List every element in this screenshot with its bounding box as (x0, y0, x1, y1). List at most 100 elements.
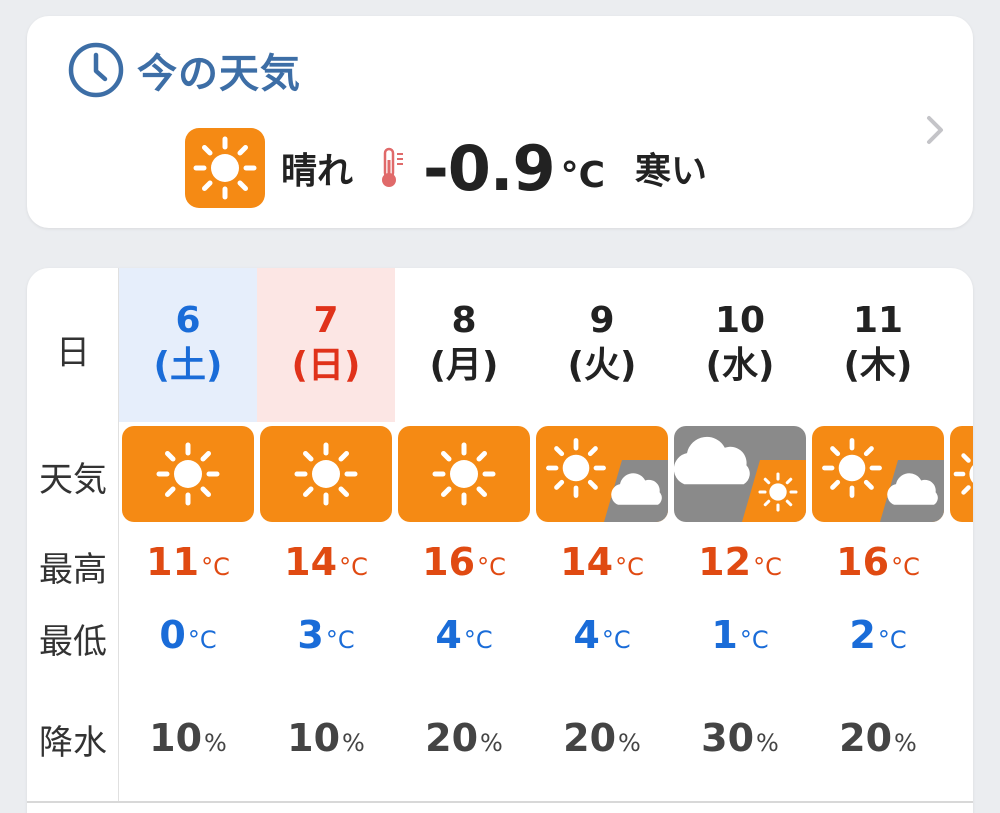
temp-unit: °C (601, 626, 631, 654)
current-temperature: -0.9 (423, 131, 556, 205)
high-temp-value: 16 (422, 540, 476, 584)
day-number: 10 (714, 300, 766, 341)
low-temp-value: 4 (573, 613, 600, 657)
row-label-low: 最低 (39, 622, 107, 662)
low-temperature: 1°C (671, 613, 809, 657)
high-temperature: 16°C (809, 540, 947, 584)
high-temperature: 14°C (257, 540, 395, 584)
precip-value: 10 (149, 716, 203, 760)
day-number: 7 (313, 300, 339, 341)
sunny-then-cloudy-icon (812, 426, 944, 522)
precip-value: 10 (287, 716, 341, 760)
precip-value: 30 (701, 716, 755, 760)
low-temperature: 4°C (533, 613, 671, 657)
forecast-day-column[interactable]: 8 (月) 16°C 4°C 20% (395, 268, 533, 801)
forecast-date: 7 (日) (257, 268, 395, 422)
forecast-date: 10 (水) (671, 268, 809, 422)
day-number: 9 (589, 300, 615, 341)
precipitation-chance: 20% (533, 716, 671, 760)
row-label-weather: 天気 (39, 460, 107, 500)
high-temp-value: 11 (146, 540, 200, 584)
temperature-unit: °C (560, 154, 606, 196)
day-number: 6 (175, 300, 201, 341)
high-temperature: 14°C (533, 540, 671, 584)
high-temperature: 12°C (671, 540, 809, 584)
low-temp-value: 1 (711, 613, 738, 657)
temp-unit: °C (187, 626, 217, 654)
temp-unit: °C (891, 553, 920, 581)
row-label-date: 日 (56, 333, 90, 373)
current-weather-summary: 晴れ -0.9 °C 寒い (185, 128, 707, 208)
high-temp-value: 14 (560, 540, 614, 584)
high-temp-value: 12 (698, 540, 752, 584)
precip-unit: % (756, 729, 779, 757)
sunny-then-cloudy-icon (536, 426, 668, 522)
temp-unit: °C (615, 553, 644, 581)
forecast-day-column[interactable]: 10 (水) 12°C 1°C 30% (671, 268, 809, 801)
precip-value: 20 (425, 716, 479, 760)
weekday: (水) (705, 345, 775, 386)
sunny-icon (950, 426, 973, 522)
weekly-forecast-card: 日 天気 最高 最低 降水 6 (土) 11°C 0°C 10% 7 (日) 1… (27, 268, 973, 813)
low-temp-value: 0 (159, 613, 186, 657)
forecast-date: 11 (木) (809, 268, 947, 422)
low-temperature: 3°C (257, 613, 395, 657)
clock-icon (68, 42, 124, 98)
low-temperature: 0°C (119, 613, 257, 657)
temp-unit: °C (739, 626, 769, 654)
thermometer-icon (382, 147, 404, 187)
high-temp-value: 14 (284, 540, 338, 584)
precip-value: 20 (563, 716, 617, 760)
day-number: 8 (451, 300, 477, 341)
temp-unit: °C (753, 553, 782, 581)
forecast-day-column[interactable]: 9 (火) 14°C 4°C 20% (533, 268, 671, 801)
forecast-day-column[interactable]: 6 (土) 11°C 0°C 10% (119, 268, 257, 801)
row-label-high: 最高 (39, 550, 107, 590)
precip-unit: % (342, 729, 365, 757)
current-weather-title: 今の天気 (137, 51, 301, 97)
current-weather-card[interactable]: 今の天気 晴れ -0.9 °C 寒い (27, 16, 973, 228)
forecast-date: 8 (月) (395, 268, 533, 422)
high-temp-value: 16 (836, 540, 890, 584)
weekday: (日) (291, 345, 361, 386)
sunny-icon (122, 426, 254, 522)
temp-unit: °C (477, 553, 506, 581)
feels-like-text: 寒い (635, 151, 708, 192)
day-number: 11 (852, 300, 904, 341)
chevron-right-icon[interactable] (921, 108, 949, 152)
precipitation-chance: 10% (257, 716, 395, 760)
row-label-precip: 降水 (39, 723, 107, 763)
temp-unit: °C (339, 553, 368, 581)
current-weather-header: 今の天気 (67, 40, 301, 100)
low-temp-value: 2 (849, 613, 876, 657)
precip-unit: % (204, 729, 227, 757)
forecast-day-column[interactable]: 11 (木) 16°C 2°C 20% (809, 268, 947, 801)
sunny-icon (398, 426, 530, 522)
forecast-date: 6 (土) (119, 268, 257, 422)
low-temperature: 4°C (395, 613, 533, 657)
precip-value: 20 (839, 716, 893, 760)
precip-unit: % (894, 729, 917, 757)
precipitation-chance: 10% (119, 716, 257, 760)
weekday: (月) (429, 345, 499, 386)
temp-unit: °C (463, 626, 493, 654)
forecast-date: 9 (火) (533, 268, 671, 422)
divider (27, 801, 973, 803)
precip-unit: % (618, 729, 641, 757)
low-temp-value: 4 (435, 613, 462, 657)
sunny-icon (185, 128, 265, 208)
cloudy-then-sunny-icon (674, 426, 806, 522)
temp-unit: °C (325, 626, 355, 654)
precipitation-chance: 30% (671, 716, 809, 760)
high-temperature: 16°C (395, 540, 533, 584)
precip-unit: % (480, 729, 503, 757)
temp-unit: °C (877, 626, 907, 654)
precipitation-chance: 20% (809, 716, 947, 760)
forecast-day-column[interactable]: 7 (日) 14°C 3°C 10% (257, 268, 395, 801)
precipitation-chance: 20% (395, 716, 533, 760)
weekday: (木) (843, 345, 913, 386)
high-temperature: 11°C (119, 540, 257, 584)
current-condition: 晴れ (281, 151, 354, 192)
weekday: (土) (153, 345, 223, 386)
sunny-icon (260, 426, 392, 522)
